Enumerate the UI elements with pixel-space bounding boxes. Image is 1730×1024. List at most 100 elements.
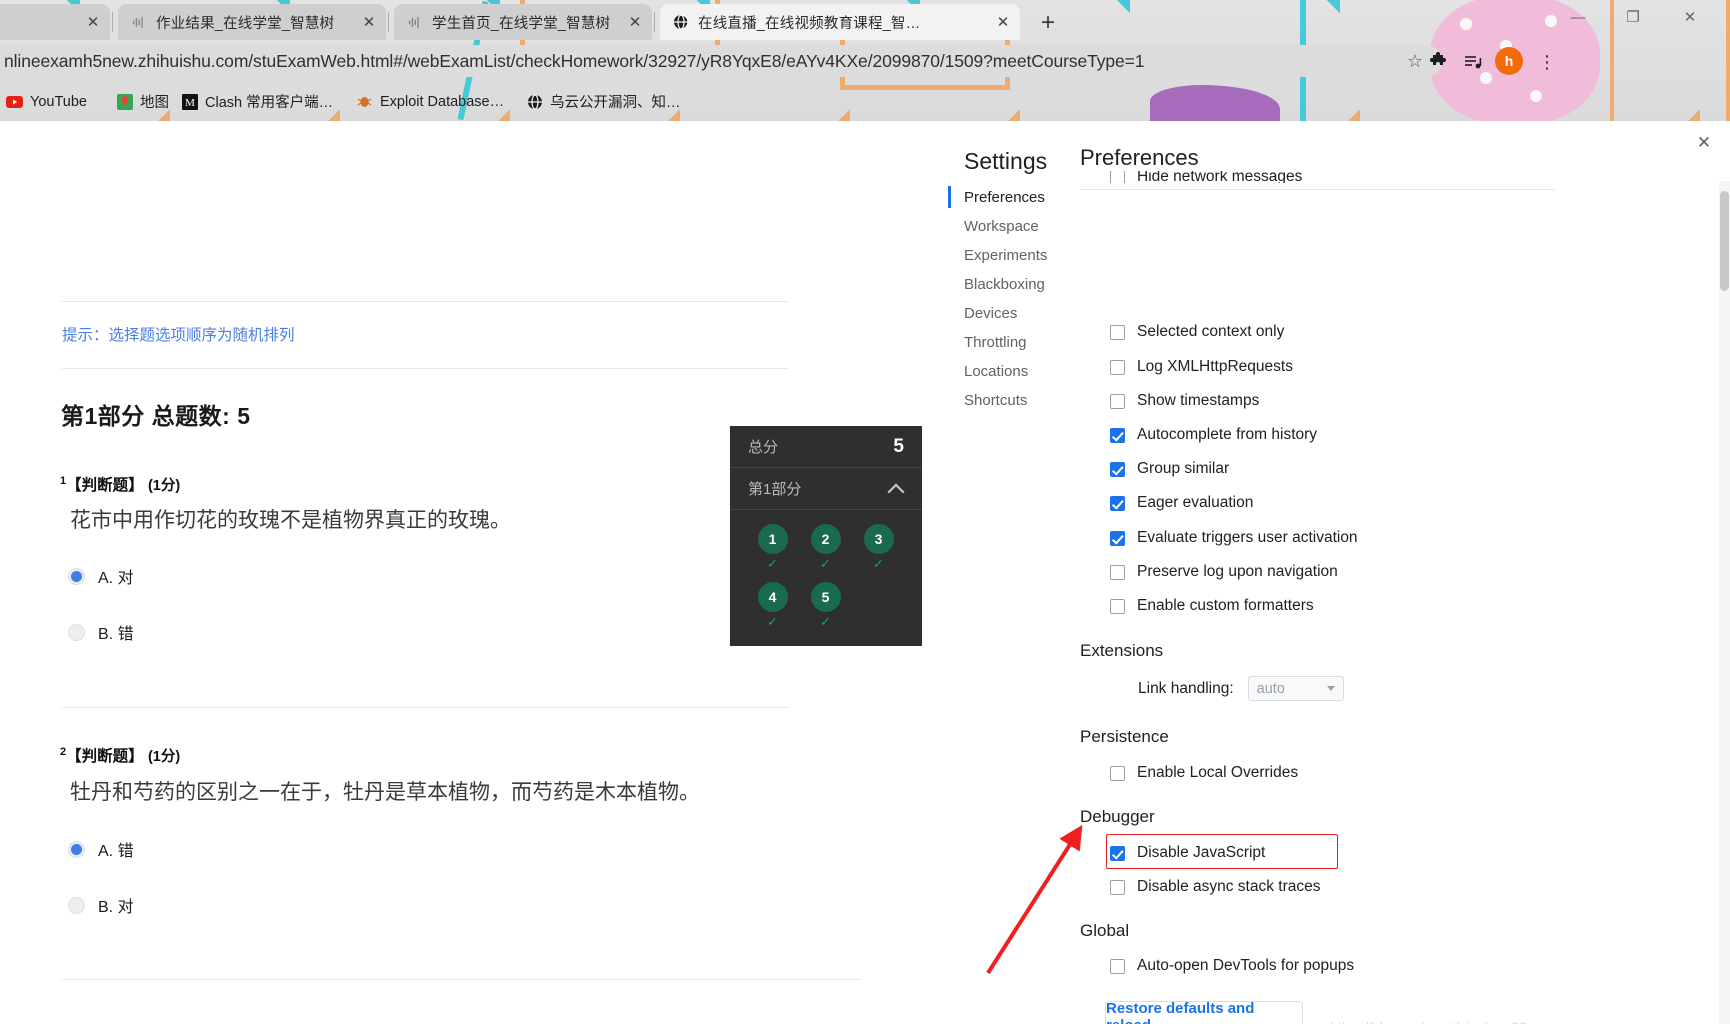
settings-nav-devices[interactable]: Devices — [964, 299, 1074, 328]
question-number-badge[interactable]: 2 — [810, 524, 841, 554]
question-number-badge[interactable]: 5 — [810, 582, 841, 612]
question-nav-item[interactable]: 2 ✓ — [799, 524, 852, 582]
settings-nav-locations[interactable]: Locations — [964, 357, 1074, 386]
radio-selected-icon[interactable] — [68, 840, 85, 858]
tab-close-icon[interactable]: ✕ — [624, 11, 646, 33]
checkbox-row-preserve-log-upon-navigation[interactable]: Preserve log upon navigation — [1110, 563, 1338, 581]
checkbox-row-enable-custom-formatters[interactable]: Enable custom formatters — [1110, 597, 1314, 615]
tab-close-icon[interactable]: ✕ — [82, 11, 104, 33]
tab-close-icon[interactable]: ✕ — [992, 11, 1014, 33]
option-row[interactable]: A. 错 — [68, 837, 134, 861]
bookmark-item[interactable]: YouTube — [0, 88, 93, 115]
tab-strip: 智慧树 ✕ 作业结果_在线学堂_智慧树 ✕ 学生首页_在线学堂_智慧树 ✕ 在线… — [0, 0, 1730, 40]
question-nav-item[interactable]: 4 ✓ — [746, 582, 799, 640]
checkbox-icon[interactable] — [1110, 958, 1125, 974]
browser-tab-active[interactable]: 在线直播_在线视频教育课程_智… ✕ — [660, 4, 1020, 40]
bookmark-item[interactable]: 乌云公开漏洞、知… — [520, 88, 687, 115]
svg-text:M: M — [185, 97, 195, 109]
browser-tab[interactable]: 作业结果_在线学堂_智慧树 ✕ — [118, 4, 386, 40]
settings-vertical-scrollbar[interactable] — [1719, 181, 1730, 1024]
checkbox-icon[interactable] — [1110, 324, 1125, 340]
address-bar[interactable]: nlineexamh5new.zhihuishu.com/stuExamWeb.… — [0, 45, 1442, 77]
checkbox-row-disable-async-stack-traces[interactable]: Disable async stack traces — [1110, 878, 1321, 896]
question-header: 2【判断题】 (1分) — [60, 744, 180, 766]
question-nav-item[interactable]: 3 ✓ — [852, 524, 905, 582]
settings-nav-workspace[interactable]: Workspace — [964, 212, 1074, 241]
window-close-button[interactable]: ✕ — [1668, 2, 1712, 32]
bookmark-item[interactable]: M Clash 常用客户端… — [175, 88, 339, 115]
settings-scroll-thumb[interactable] — [1720, 191, 1729, 291]
bookmark-item[interactable]: 地图 — [110, 88, 175, 115]
media-list-icon[interactable] — [1460, 50, 1486, 74]
window-maximize-button[interactable]: ❐ — [1611, 2, 1655, 32]
browser-chrome: 智慧树 ✕ 作业结果_在线学堂_智慧树 ✕ 学生首页_在线学堂_智慧树 ✕ 在线… — [0, 0, 1730, 121]
checkbox-row-log-xmlhttprequests[interactable]: Log XMLHttpRequests — [1110, 358, 1293, 376]
total-score-label: 总分 — [748, 439, 779, 456]
settings-nav-blackboxing[interactable]: Blackboxing — [964, 270, 1074, 299]
chevron-up-icon[interactable] — [890, 485, 904, 493]
question-number-badge[interactable]: 1 — [757, 524, 788, 554]
extensions-puzzle-icon[interactable] — [1425, 50, 1451, 74]
settings-nav-throttling[interactable]: Throttling — [964, 328, 1074, 357]
checkbox-row-autocomplete-from-history[interactable]: Autocomplete from history — [1110, 426, 1317, 444]
check-icon: ✓ — [873, 556, 884, 571]
checkbox-icon-checked[interactable] — [1110, 461, 1125, 477]
link-handling-label: Link handling: — [1138, 679, 1234, 697]
checkbox-icon-checked[interactable] — [1110, 845, 1125, 861]
question-number-grid: 1 ✓ 2 ✓ 3 ✓ 4 ✓ 5 ✓ — [730, 510, 922, 646]
tab-title: 智慧树 — [0, 12, 78, 33]
settings-nav-experiments[interactable]: Experiments — [964, 241, 1074, 270]
checkbox-row-enable-local-overrides[interactable]: Enable Local Overrides — [1110, 764, 1298, 782]
question-number-badge[interactable]: 4 — [757, 582, 788, 612]
checkbox-icon[interactable] — [1110, 598, 1125, 614]
option-row[interactable]: B. 对 — [68, 893, 134, 917]
settings-nav-preferences[interactable]: Preferences — [964, 183, 1074, 212]
settings-nav-shortcuts[interactable]: Shortcuts — [964, 386, 1074, 415]
option-row[interactable]: B. 错 — [68, 620, 134, 644]
part-heading: 第1部分 总题数: 5 — [61, 403, 251, 429]
checkbox-icon-checked[interactable] — [1110, 495, 1125, 511]
browser-menu-icon[interactable]: ⋮ — [1534, 50, 1560, 74]
checkbox-icon[interactable] — [1110, 564, 1125, 580]
browser-tab[interactable]: 学生首页_在线学堂_智慧树 ✕ — [394, 4, 652, 40]
browser-tab[interactable]: 智慧树 ✕ — [0, 4, 110, 40]
checkbox-icon[interactable] — [1110, 879, 1125, 895]
close-icon[interactable]: ✕ — [1692, 131, 1716, 155]
exam-page-content: 提示：选择题选项顺序为随机排列 第1部分 总题数: 5 1【判断题】 (1分) … — [0, 121, 925, 1009]
option-row[interactable]: A. 对 — [68, 564, 134, 588]
checkbox-row-eager-evaluation[interactable]: Eager evaluation — [1110, 494, 1253, 512]
new-tab-button[interactable]: + — [1033, 8, 1063, 38]
checkbox-row-hide-network-messages[interactable]: Hide network messages — [1110, 171, 1302, 183]
part-section-row[interactable]: 第1部分 — [730, 468, 922, 510]
bookmark-item[interactable]: Exploit Database… — [350, 88, 510, 115]
checkbox-row-disable-javascript[interactable]: Disable JavaScript — [1110, 844, 1265, 862]
checkbox-row-auto-open-devtools-for-popups[interactable]: Auto-open DevTools for popups — [1110, 957, 1354, 975]
total-score-row: 总分 5 — [730, 426, 922, 468]
checkbox-icon[interactable] — [1110, 359, 1125, 375]
radio-selected-icon[interactable] — [68, 567, 85, 585]
checkbox-row-show-timestamps[interactable]: Show timestamps — [1110, 392, 1259, 410]
page-viewport: 提示：选择题选项顺序为随机排列 第1部分 总题数: 5 1【判断题】 (1分) … — [0, 121, 1730, 1024]
question-header: 1【判断题】 (1分) — [60, 473, 180, 495]
checkbox-icon-checked[interactable] — [1110, 427, 1125, 443]
divider — [62, 707, 788, 708]
question-nav-item[interactable]: 1 ✓ — [746, 524, 799, 582]
tab-close-icon[interactable]: ✕ — [358, 11, 380, 33]
radio-unselected-icon[interactable] — [68, 623, 85, 641]
checkbox-row-selected-context-only[interactable]: Selected context only — [1110, 323, 1284, 341]
question-nav-item[interactable]: 5 ✓ — [799, 582, 852, 640]
checkbox-icon-checked[interactable] — [1110, 530, 1125, 546]
checkbox-icon[interactable] — [1110, 171, 1125, 183]
checkbox-row-evaluate-triggers-user-activation[interactable]: Evaluate triggers user activation — [1110, 529, 1358, 547]
checkbox-row-group-similar[interactable]: Group similar — [1110, 460, 1229, 478]
radio-unselected-icon[interactable] — [68, 896, 85, 914]
address-bar-url[interactable]: nlineexamh5new.zhihuishu.com/stuExamWeb.… — [4, 51, 1402, 72]
checkbox-icon[interactable] — [1110, 393, 1125, 409]
link-handling-select[interactable]: auto — [1247, 676, 1344, 701]
profile-avatar[interactable]: h — [1495, 47, 1523, 75]
question-number-badge[interactable]: 3 — [863, 524, 894, 554]
checkbox-icon[interactable] — [1110, 765, 1125, 781]
bookmark-label: 地图 — [140, 95, 169, 111]
restore-defaults-button[interactable]: Restore defaults and reload — [1105, 1000, 1303, 1024]
window-minimize-button[interactable]: — — [1556, 2, 1600, 32]
